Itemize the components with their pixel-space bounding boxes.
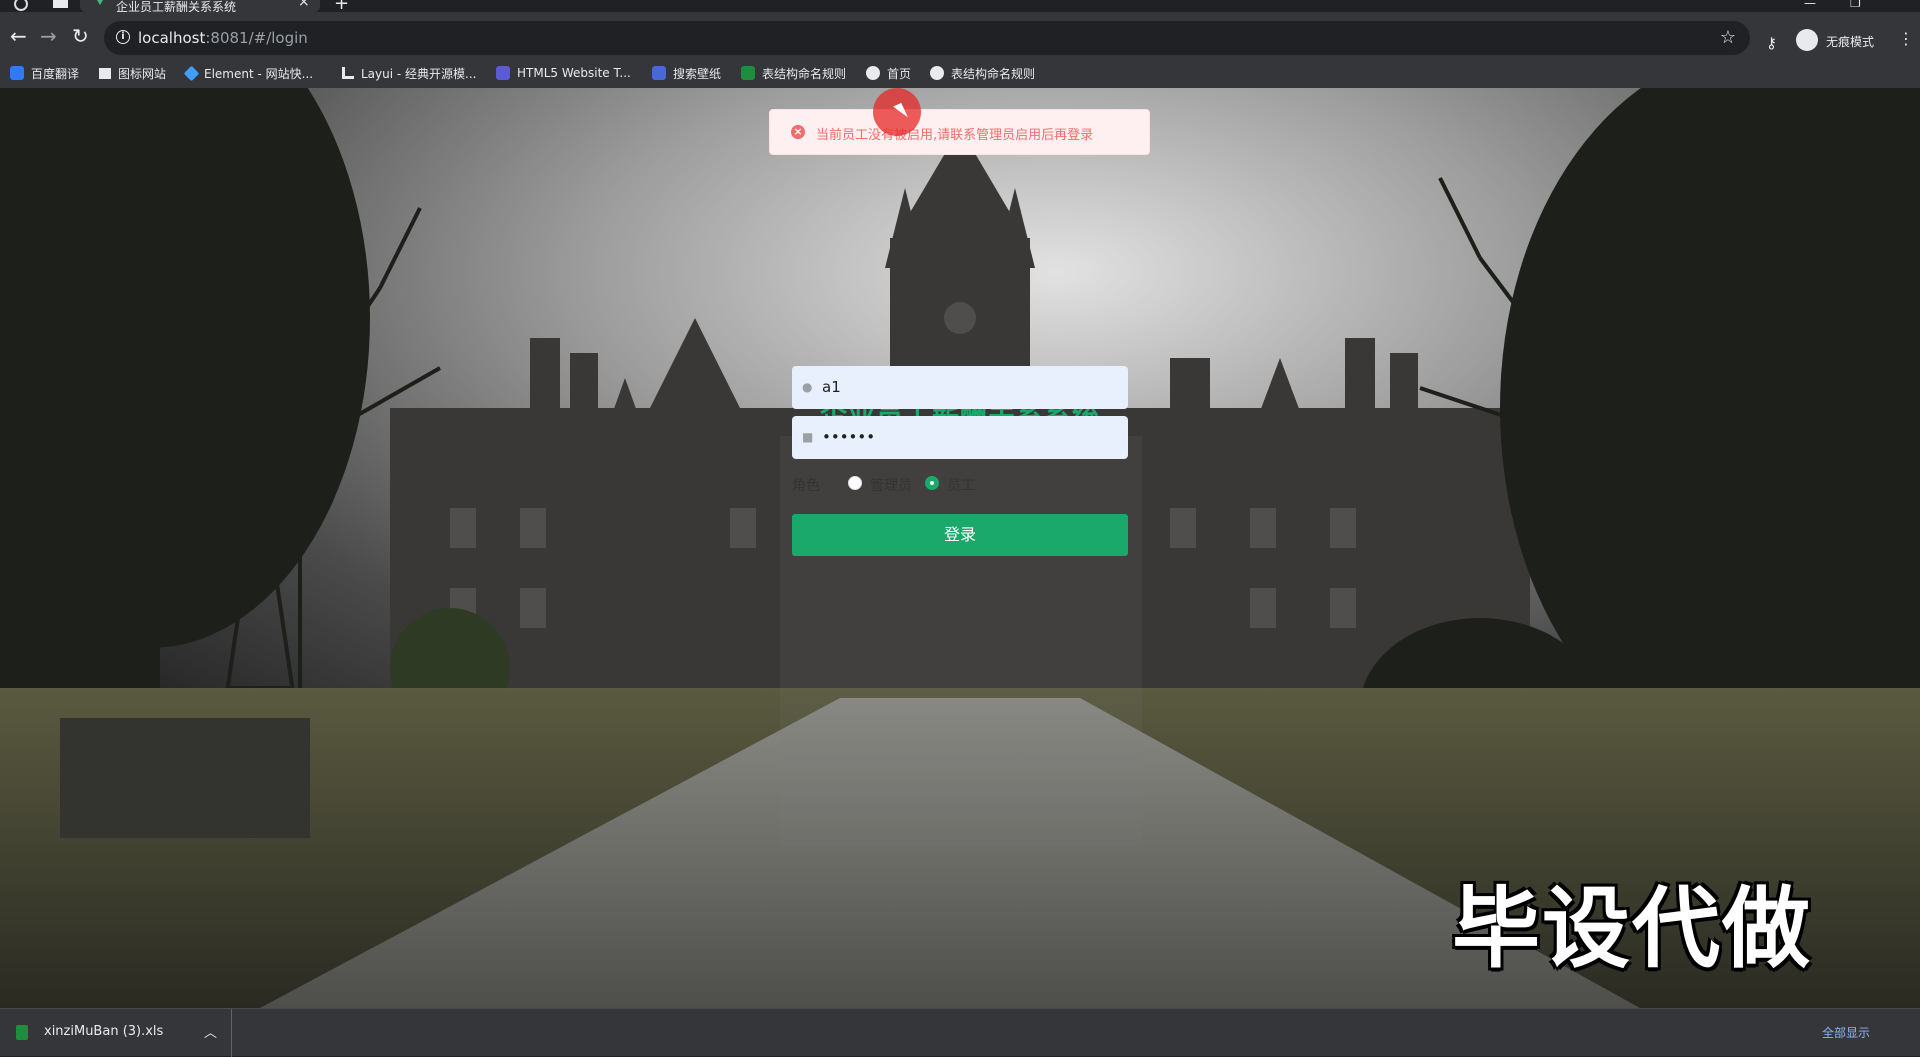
bookmark-item[interactable]: 百度翻译: [10, 64, 79, 82]
show-all-downloads-link[interactable]: 全部显示: [1822, 1024, 1870, 1041]
lock-icon: ■: [802, 430, 814, 444]
address-bar[interactable]: i localhost:8081/#/login ☆: [104, 21, 1750, 55]
profile-label: 无痕模式: [1826, 35, 1875, 49]
password-value: ••••••: [822, 428, 876, 446]
more-menu-icon[interactable]: ⋮: [1898, 29, 1914, 48]
role-radio-admin[interactable]: [848, 476, 862, 490]
url-path: :8081/#/login: [205, 29, 308, 47]
restore-icon[interactable]: ❐: [1850, 0, 1861, 10]
key-icon[interactable]: ⚷: [1766, 34, 1777, 52]
browser-menu-icon[interactable]: [14, 0, 28, 11]
download-bar: xinziMuBan (3).xls ︿ 全部显示: [0, 1008, 1920, 1057]
bookmark-item[interactable]: 首页: [866, 64, 911, 82]
vue-favicon-icon: [94, 0, 106, 5]
back-arrow-icon[interactable]: ←: [10, 26, 27, 46]
element-icon: [183, 65, 200, 81]
flag-icon: [99, 67, 111, 79]
url-text: localhost:8081/#/login: [138, 29, 308, 47]
bookmark-item[interactable]: HTML5 Website T...: [496, 64, 631, 82]
bookmark-item[interactable]: Layui - 经典开源模...: [342, 64, 476, 82]
download-file-name: xinziMuBan (3).xls: [44, 1024, 164, 1039]
bookmark-item[interactable]: 表结构命名规则: [930, 64, 1035, 82]
sheet-icon: [741, 66, 755, 80]
bookmark-item[interactable]: 搜索壁纸: [652, 64, 721, 82]
browser-toolbar: ← → ↻ i localhost:8081/#/login ☆ ⚷ 无痕模式 …: [0, 12, 1920, 64]
globe-icon: [930, 66, 944, 80]
bookmarks-bar: 百度翻译 图标网站 Element - 网站快... Layui - 经典开源模…: [0, 58, 1920, 88]
layui-icon: [342, 67, 354, 79]
url-host: localhost: [138, 29, 206, 47]
html5-icon: [496, 66, 510, 80]
role-label: 角色: [792, 478, 820, 494]
role-radio-employee[interactable]: [925, 476, 939, 490]
password-input[interactable]: ■ ••••••: [792, 416, 1128, 459]
bookmark-item[interactable]: Element - 网站快...: [183, 64, 313, 82]
new-tab-button[interactable]: +: [334, 0, 349, 13]
bookmark-item[interactable]: 表结构命名规则: [741, 64, 846, 82]
globe-icon: [866, 66, 880, 80]
user-icon: ●: [802, 380, 813, 394]
watermark-text: 毕设代做: [1452, 877, 1813, 980]
minimize-icon[interactable]: —: [1804, 0, 1816, 10]
forward-arrow-icon[interactable]: →: [40, 26, 57, 46]
browser-tab[interactable]: 企业员工薪酬关系系统 ×: [80, 0, 320, 14]
error-circle-icon: ×: [791, 125, 805, 139]
error-alert: × 当前员工没有被启用,请联系管理员启用后再登录: [769, 109, 1150, 155]
alert-message: 当前员工没有被启用,请联系管理员启用后再登录: [816, 128, 1094, 143]
login-page: 企业员工薪酬关系系统 ● a1 ■ •••••• 角色 管理员 员工 登录 × …: [0, 88, 1920, 1008]
chevron-up-icon[interactable]: ︿: [204, 1022, 217, 1041]
role-selector: 角色 管理员 员工: [792, 473, 1128, 495]
login-button[interactable]: 登录: [792, 514, 1128, 556]
download-item[interactable]: xinziMuBan (3).xls ︿: [0, 1009, 232, 1057]
translate-icon: [10, 66, 24, 80]
bookmark-star-icon[interactable]: ☆: [1720, 27, 1736, 48]
bookmark-item[interactable]: 图标网站: [99, 64, 166, 82]
role-admin-label[interactable]: 管理员: [870, 475, 912, 495]
excel-file-icon: [16, 1025, 28, 1040]
tab-strip: 企业员工薪酬关系系统 × + — ❐: [0, 0, 1920, 14]
login-panel: [780, 436, 1142, 846]
wallpaper-icon: [652, 66, 666, 80]
site-info-icon[interactable]: i: [116, 30, 130, 44]
username-value: a1: [822, 378, 841, 396]
window-icon[interactable]: [53, 0, 68, 8]
role-employee-label[interactable]: 员工: [947, 475, 975, 495]
incognito-avatar-icon: [1796, 29, 1818, 51]
tab-close-icon[interactable]: ×: [298, 0, 310, 9]
reload-icon[interactable]: ↻: [72, 26, 89, 46]
username-input[interactable]: ● a1: [792, 366, 1128, 409]
